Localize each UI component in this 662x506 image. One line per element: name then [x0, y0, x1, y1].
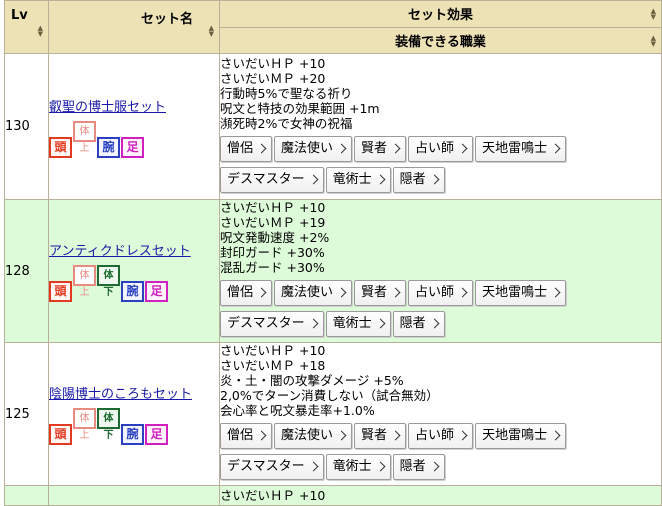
part-arm-badge: 腕 — [121, 281, 144, 302]
job-button-tenchi[interactable]: 天地雷鳴士 — [475, 423, 567, 449]
effect-line: 炎・土・闇の攻撃ダメージ +5% — [220, 373, 404, 388]
set-link[interactable]: アンティクドレスセット — [49, 244, 191, 259]
set-name-cell: 叡聖の博士服セット 頭体上腕足 — [48, 53, 220, 200]
lv-cell: 125 — [4, 342, 49, 486]
effect-line: 2,0%でターン消費しない（試合無効） — [220, 388, 439, 403]
sort-arrows-icon[interactable]: ▲ ▼ — [651, 8, 656, 21]
parts-badges: 頭体上体下腕足 — [49, 265, 219, 302]
part-foot-badge: 足 — [145, 281, 168, 302]
part-head-badge: 頭 — [49, 281, 72, 302]
sort-arrows-icon[interactable]: ▲ ▼ — [651, 34, 656, 47]
set-link[interactable]: 叡聖の博士服セット — [49, 100, 166, 115]
parts-badges: 頭体上体下腕足 — [49, 408, 219, 445]
column-header-lv[interactable]: Lv ▲ ▼ — [4, 0, 49, 54]
lv-cell: 130 — [4, 53, 49, 200]
job-button-hermit[interactable]: 隠者 — [392, 454, 445, 480]
job-button-mage[interactable]: 魔法使い — [274, 135, 353, 162]
table-row: 128 アンティクドレスセット 頭体上体下腕足 さいだいＨＰ +10 さいだいＭ… — [4, 199, 662, 343]
set-effect-cell: さいだいＨＰ +10 さいだいＭＰ +18 炎・土・闇の攻撃ダメージ +5% 2… — [219, 342, 662, 486]
set-link[interactable]: 陰陽博士のころもセット — [49, 387, 192, 402]
part-arm-badge: 腕 — [121, 424, 144, 445]
job-button-sage[interactable]: 賢者 — [354, 280, 407, 306]
table-row-partial: さいだいＨＰ +10 — [4, 485, 662, 506]
set-effect-cell: さいだいＨＰ +10 — [219, 485, 662, 506]
job-button-death-master[interactable]: デスマスター — [220, 311, 324, 337]
effect-line: さいだいＨＰ +10 — [220, 343, 326, 358]
effect-line: 呪文と特技の効果範囲 +1m — [220, 100, 380, 116]
set-table: Lv ▲ ▼ セット名 ▲ ▼ セット効果 ▲ ▼ 装備できる職業 ▲ ▼ 130 叡聖… — [4, 0, 662, 506]
job-button-sage[interactable]: 賢者 — [354, 423, 407, 449]
lv-cell: 128 — [4, 199, 49, 343]
effect-list: さいだいＨＰ +10 さいだいＭＰ +18 炎・土・闇の攻撃ダメージ +5% 2… — [220, 343, 661, 418]
sort-arrows-icon[interactable]: ▲ ▼ — [38, 25, 43, 38]
effect-line: 封印ガード +30% — [220, 245, 325, 260]
job-button-priest[interactable]: 僧侶 — [220, 280, 273, 306]
part-head-badge: 頭 — [49, 424, 72, 445]
set-effect-header-label: セット効果 — [407, 8, 473, 24]
part-body-top-badge: 体上 — [73, 408, 96, 441]
job-buttons: 僧侶 魔法使い 賢者 占い師 天地雷鳴士 デスマスター 竜術士 隠者 — [220, 280, 661, 342]
job-button-sage[interactable]: 賢者 — [354, 135, 407, 162]
job-button-tenchi[interactable]: 天地雷鳴士 — [475, 135, 567, 162]
parts-badges: 頭体上腕足 — [49, 120, 219, 158]
effect-line: さいだいＨＰ +10 — [220, 200, 326, 215]
part-head-badge: 頭 — [49, 136, 72, 158]
effect-line: さいだいＨＰ +10 — [220, 488, 326, 503]
job-button-death-master[interactable]: デスマスター — [220, 166, 324, 193]
part-body-bottom-badge: 体下 — [97, 265, 120, 298]
job-button-hermit[interactable]: 隠者 — [392, 166, 445, 193]
part-body-top-badge: 体上 — [73, 265, 96, 298]
effect-line: さいだいＭＰ +19 — [220, 215, 326, 230]
equip-jobs-header-label: 装備できる職業 — [395, 34, 486, 50]
part-body-top-badge: 体上 — [73, 120, 96, 154]
job-button-priest[interactable]: 僧侶 — [220, 423, 273, 449]
set-effect-cell: さいだいＨＰ +10 さいだいＭＰ +19 呪文発動速度 +2% 封印ガード +… — [219, 199, 662, 343]
effect-line: 呪文発動速度 +2% — [220, 230, 330, 245]
table-row: 130 叡聖の博士服セット 頭体上腕足 さいだいＨＰ +10 さいだいＭＰ +2… — [4, 53, 662, 200]
effect-line: さいだいＨＰ +10 — [220, 55, 326, 71]
effect-line: 行動時5%で聖なる祈り — [220, 85, 353, 101]
job-button-mage[interactable]: 魔法使い — [274, 280, 353, 306]
set-name-cell: アンティクドレスセット 頭体上体下腕足 — [48, 199, 220, 343]
job-buttons: 僧侶 魔法使い 賢者 占い師 天地雷鳴士 デスマスター 竜術士 隠者 — [220, 423, 661, 485]
part-body-bottom-badge: 体下 — [97, 408, 120, 441]
set-name-cell: 陰陽博士のころもセット 頭体上体下腕足 — [48, 342, 220, 486]
effect-line: さいだいＭＰ +20 — [220, 70, 326, 86]
column-header-set-effect[interactable]: セット効果 ▲ ▼ — [219, 0, 662, 28]
effect-list: さいだいＨＰ +10 さいだいＭＰ +19 呪文発動速度 +2% 封印ガード +… — [220, 200, 661, 275]
set-name-header-label: セット名 — [141, 12, 194, 27]
job-button-hermit[interactable]: 隠者 — [392, 311, 445, 337]
effect-line: 混乱ガード +30% — [220, 260, 325, 275]
part-arm-badge: 腕 — [97, 136, 120, 158]
effect-list: さいだいＨＰ +10 さいだいＭＰ +20 行動時5%で聖なる祈り 呪文と特技の… — [220, 56, 661, 131]
job-button-priest[interactable]: 僧侶 — [220, 135, 273, 162]
column-header-set-name[interactable]: セット名 ▲ ▼ — [48, 0, 220, 54]
job-button-dragon[interactable]: 竜術士 — [325, 454, 391, 480]
part-foot-badge: 足 — [121, 136, 144, 158]
job-button-fortune-teller[interactable]: 占い師 — [408, 280, 474, 306]
effect-line: 会心率と呪文暴走率+1.0% — [220, 403, 375, 418]
job-button-mage[interactable]: 魔法使い — [274, 423, 353, 449]
lv-header-label: Lv — [11, 8, 28, 23]
column-header-equip-jobs[interactable]: 装備できる職業 ▲ ▼ — [219, 26, 662, 54]
table-row: 125 陰陽博士のころもセット 頭体上体下腕足 さいだいＨＰ +10 さいだいＭ… — [4, 342, 662, 486]
job-buttons: 僧侶 魔法使い 賢者 占い師 天地雷鳴士 デスマスター 竜術士 隠者 — [220, 135, 661, 198]
job-button-tenchi[interactable]: 天地雷鳴士 — [475, 280, 567, 306]
effect-line: 瀕死時2%で女神の祝福 — [220, 115, 353, 131]
job-button-fortune-teller[interactable]: 占い師 — [408, 423, 474, 449]
part-foot-badge: 足 — [145, 424, 168, 445]
job-button-dragon[interactable]: 竜術士 — [325, 166, 391, 193]
job-button-fortune-teller[interactable]: 占い師 — [408, 135, 474, 162]
job-button-death-master[interactable]: デスマスター — [220, 454, 324, 480]
job-button-dragon[interactable]: 竜術士 — [325, 311, 391, 337]
effect-line: さいだいＭＰ +18 — [220, 358, 326, 373]
set-effect-cell: さいだいＨＰ +10 さいだいＭＰ +20 行動時5%で聖なる祈り 呪文と特技の… — [219, 53, 662, 200]
sort-arrows-icon[interactable]: ▲ ▼ — [209, 25, 214, 38]
